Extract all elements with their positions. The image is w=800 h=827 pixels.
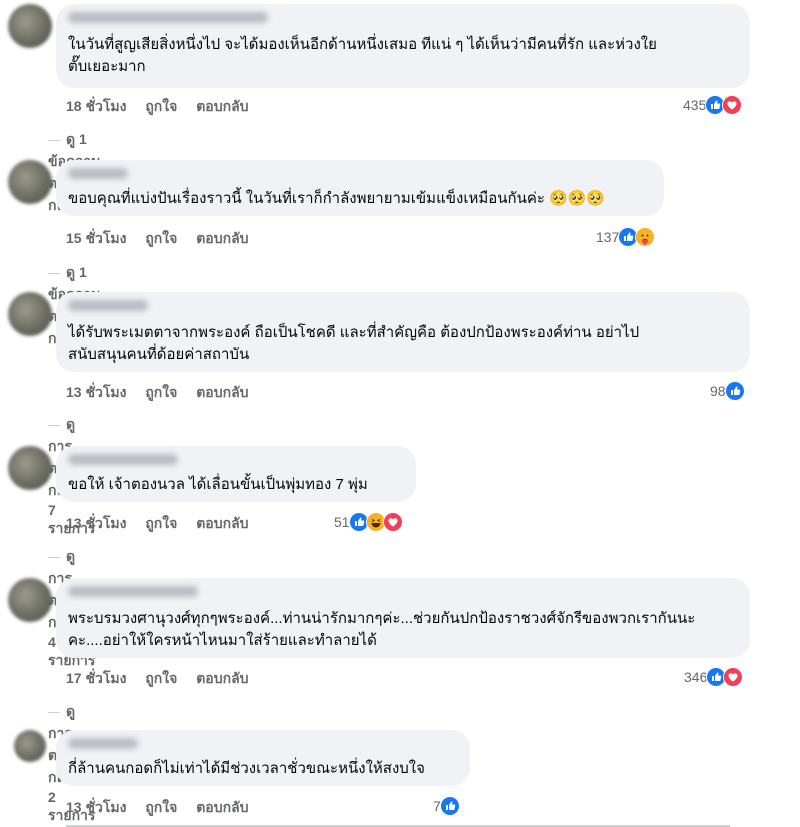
reply-button[interactable]: ตอบกลับ [196,515,248,531]
commenter-name-blurred[interactable] [68,738,138,749]
like-reaction-icon [439,796,460,816]
comment-bubble: กี่ล้านคนกอดก็ไม่เท่าได้มีช่วงเวลาชั่วขณ… [56,730,470,786]
like-button[interactable]: ถูกใจ [145,799,177,815]
reply-button[interactable]: ตอบกลับ [196,98,248,114]
reaction-summary[interactable]: 346 [684,667,744,687]
comment-actions: 13 ชั่วโมง ถูกใจ ตอบกลับ [66,513,264,535]
comment-bubble: ขอให้ เจ้าตองนวล ได้เลื่อนขั้นเป็นพุ่มทอ… [56,446,416,502]
comment-time: 17 ชั่วโมง [66,670,127,686]
like-button[interactable]: ถูกใจ [145,670,177,686]
comment-time: 13 ชั่วโมง [66,384,127,400]
reaction-summary[interactable]: 137 [596,227,656,247]
care-reaction-icon [635,227,656,247]
reaction-count: 435 [683,97,707,113]
comment-bubble: พระบรมวงศานุวงศ์ทุกๆพระองค์...ท่านน่ารัก… [56,578,750,658]
comment-time: 13 ชั่วโมง [66,515,127,531]
love-reaction-icon [722,95,743,115]
avatar[interactable] [8,578,52,622]
commenter-name-blurred[interactable] [68,586,198,597]
reaction-summary[interactable]: 51 [334,512,403,532]
commenter-name-blurred[interactable] [68,168,128,179]
like-reaction-icon [724,381,745,401]
reaction-count: 137 [596,229,620,245]
comment-actions: 13 ชั่วโมง ถูกใจ ตอบกลับ [66,382,264,404]
comment-text: ขอบคุณที่แบ่งปันเรื่องราวนี้ ในวันที่เรา… [68,190,606,207]
love-reaction-icon [723,667,744,687]
avatar[interactable] [8,292,52,336]
reply-button[interactable]: ตอบกลับ [196,384,248,400]
thread-line [48,556,60,558]
avatar[interactable] [14,730,46,762]
commenter-name-blurred[interactable] [68,300,148,311]
like-button[interactable]: ถูกใจ [145,384,177,400]
like-button[interactable]: ถูกใจ [145,98,177,114]
thread-line [48,424,60,426]
avatar[interactable] [8,160,52,204]
comment-time: 13 ชั่วโมง [66,799,127,815]
comment-bubble: ได้รับพระเมตตาจากพระองค์ ถือเป็นโชคดี แล… [56,292,750,372]
love-reaction-icon [382,512,403,532]
comment-actions: 18 ชั่วโมง ถูกใจ ตอบกลับ [66,96,264,118]
comment-text: ขอให้ เจ้าตองนวล ได้เลื่อนขั้นเป็นพุ่มทอ… [68,476,368,493]
comment-time: 15 ชั่วโมง [66,230,127,246]
reply-button[interactable]: ตอบกลับ [196,230,248,246]
comment-text: กี่ล้านคนกอดก็ไม่เท่าได้มีช่วงเวลาชั่วขณ… [68,760,425,777]
reaction-summary[interactable]: 7 [433,796,460,816]
comment-bubble: ในวันที่สูญเสียสิ่งหนึ่งไป จะได้มองเห็นอ… [56,4,750,88]
thread-line [48,139,60,141]
comment-bubble: ขอบคุณที่แบ่งปันเรื่องราวนี้ ในวันที่เรา… [56,160,664,216]
like-button[interactable]: ถูกใจ [145,515,177,531]
commenter-name-blurred[interactable] [68,454,178,465]
commenter-name-blurred[interactable] [68,12,268,23]
reaction-summary[interactable]: 98 [710,381,745,401]
reply-button[interactable]: ตอบกลับ [196,799,248,815]
comment-text: ได้รับพระเมตตาจากพระองค์ ถือเป็นโชคดี แล… [68,324,640,363]
comment-time: 18 ชั่วโมง [66,98,127,114]
comment-actions: 13 ชั่วโมง ถูกใจ ตอบกลับ [66,797,264,819]
reply-button[interactable]: ตอบกลับ [196,670,248,686]
comment-text: ในวันที่สูญเสียสิ่งหนึ่งไป จะได้มองเห็นอ… [68,36,657,75]
avatar[interactable] [8,4,52,48]
reaction-count: 51 [334,514,350,530]
reaction-summary[interactable]: 435 [683,95,743,115]
reaction-count: 98 [710,383,726,399]
comment-actions: 15 ชั่วโมง ถูกใจ ตอบกลับ [66,228,264,250]
like-button[interactable]: ถูกใจ [145,230,177,246]
reaction-count: 346 [684,669,708,685]
comment-text: พระบรมวงศานุวงศ์ทุกๆพระองค์...ท่านน่ารัก… [68,610,696,649]
thread-line [48,711,60,713]
comment-actions: 17 ชั่วโมง ถูกใจ ตอบกลับ [66,668,264,690]
thread-line [48,272,60,274]
avatar[interactable] [8,446,52,490]
